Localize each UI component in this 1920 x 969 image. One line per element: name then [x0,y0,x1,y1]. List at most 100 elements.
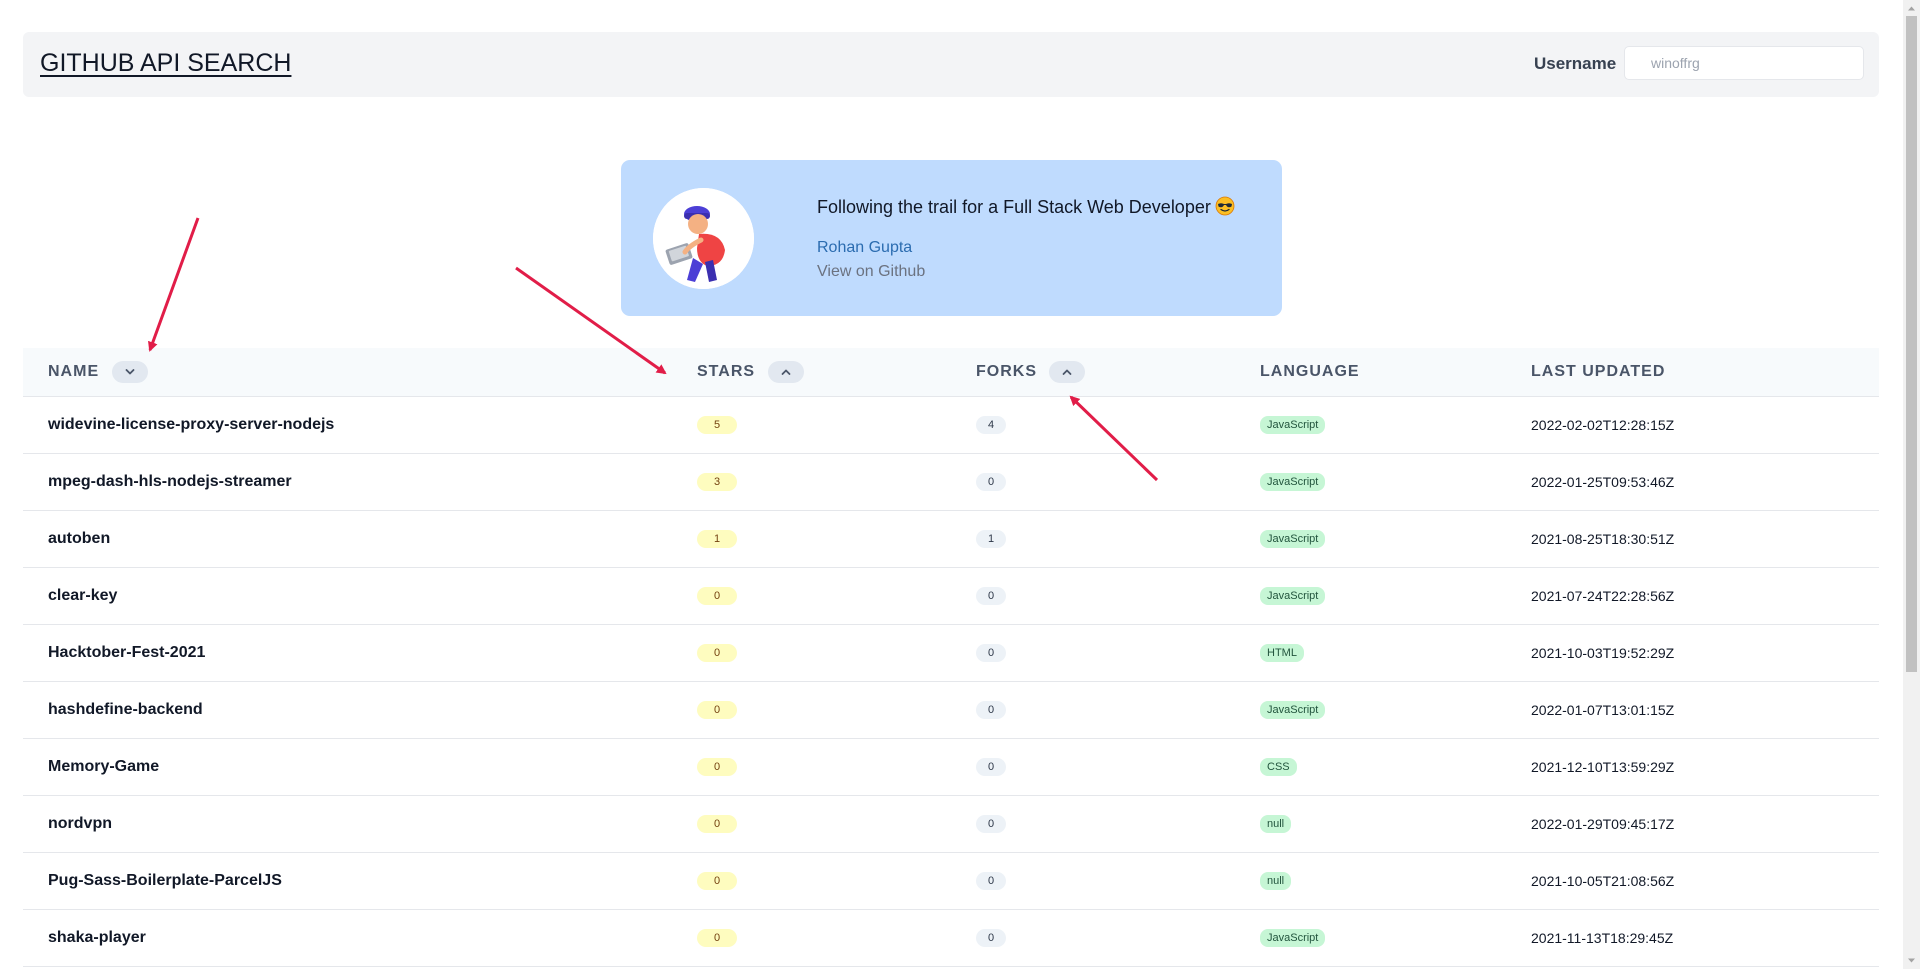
column-header-forks-label: FORKS [976,362,1037,380]
last-updated-cell: 2021-12-10T13:59:29Z [1531,758,1675,775]
forks-cell: 4 [951,396,1235,453]
forks-badge: 0 [976,758,1006,776]
chevron-up-icon [1063,369,1072,375]
language-badge: JavaScript [1260,473,1326,491]
stars-badge: 5 [697,416,737,434]
vertical-scrollbar[interactable] [1903,0,1920,969]
table-row[interactable]: shaka-player 0 0 JavaScript 2021-11-13T18:29… [23,909,1879,966]
stars-badge: 0 [697,929,737,947]
column-header-language: LANGUAGE [1235,348,1506,397]
stars-badge: 0 [697,758,737,776]
table-row[interactable]: Memory-Game 0 0 CSS 2021-12-10T13:59:29Z [23,738,1879,795]
stars-cell: 1 [672,510,951,567]
smiling-face-with-sunglasses-icon [1215,196,1235,221]
forks-badge: 1 [976,530,1006,548]
language-badge: null [1260,872,1292,890]
forks-cell: 0 [951,567,1235,624]
column-header-last-updated-label: LAST UPDATED [1531,362,1666,380]
avatar [653,188,754,289]
stars-badge: 0 [697,701,737,719]
top-bar: GITHUB API SEARCH Username [23,32,1879,97]
repo-name[interactable]: widevine-license-proxy-server-nodejs [23,396,672,453]
last-updated-cell: 2021-10-03T19:52:29Z [1531,644,1675,661]
last-updated-cell: 2022-01-07T13:01:15Z [1531,701,1675,718]
stars-cell: 0 [672,624,951,681]
forks-cell: 0 [951,909,1235,966]
language-badge: CSS [1260,758,1297,776]
forks-cell: 0 [951,738,1235,795]
sort-stars-button[interactable] [767,360,804,383]
column-header-name: NAME [23,348,672,397]
last-updated-cell: 2021-07-24T22:28:56Z [1531,587,1675,604]
language-cell: HTML [1235,624,1506,681]
repos-table: NAME STARS FORKS LANGUAGE LAST UPDATED w… [23,348,1879,967]
last-updated-cell: 2022-01-25T09:53:46Z [1531,473,1675,490]
repo-name[interactable]: hashdefine-backend [23,681,672,738]
chevron-down-icon [125,368,134,375]
forks-badge: 0 [976,644,1006,662]
repo-name[interactable]: Hacktober-Fest-2021 [23,624,672,681]
table-header-row: NAME STARS FORKS LANGUAGE LAST UPDATED [23,348,1879,397]
table-row[interactable]: autoben 1 1 JavaScript 2021-08-25T18:30:51Z [23,510,1879,567]
repo-name[interactable]: autoben [23,510,672,567]
table-row[interactable]: hashdefine-backend 0 0 JavaScript 2022-01-07… [23,681,1879,738]
language-badge: JavaScript [1260,929,1326,947]
language-badge: JavaScript [1260,587,1326,605]
stars-badge: 1 [697,530,737,548]
repo-name[interactable]: nordvpn [23,795,672,852]
sort-forks-button[interactable] [1049,360,1086,383]
sort-name-button[interactable] [111,360,148,383]
language-cell: JavaScript [1235,909,1506,966]
forks-cell: 0 [951,624,1235,681]
annotation-arrow-name [148,217,200,352]
profile-card: Following the trail for a Full Stack Web… [621,160,1282,316]
language-badge: HTML [1260,644,1304,662]
stars-cell: 0 [672,909,951,966]
language-badge: null [1260,815,1292,833]
stars-cell: 0 [672,681,951,738]
forks-badge: 0 [976,473,1006,491]
repo-name[interactable]: clear-key [23,567,672,624]
language-cell: JavaScript [1235,567,1506,624]
table-body: widevine-license-proxy-server-nodejs 5 4 Ja… [23,396,1879,966]
table-row[interactable]: nordvpn 0 0 null 2022-01-29T09:45:17Z [23,795,1879,852]
column-header-forks: FORKS [951,348,1235,397]
last-updated-cell: 2022-02-02T12:28:15Z [1531,416,1675,433]
username-input[interactable] [1624,46,1864,80]
stars-cell: 0 [672,852,951,909]
page: GITHUB API SEARCH Username winoffrg Foll… [0,0,1920,969]
column-header-language-label: LANGUAGE [1260,362,1360,380]
profile-name-link[interactable]: Rohan Gupta [817,239,912,257]
app-title-link[interactable]: GITHUB API SEARCH [40,49,291,78]
view-on-github-link[interactable]: View on Github [817,263,925,281]
repo-name[interactable]: mpeg-dash-hls-nodejs-streamer [23,453,672,510]
table-row[interactable]: widevine-license-proxy-server-nodejs 5 4 Ja… [23,396,1879,453]
table-row[interactable]: Pug-Sass-Boilerplate-ParcelJS 0 0 null 2021-… [23,852,1879,909]
forks-badge: 0 [976,929,1006,947]
language-badge: JavaScript [1260,530,1326,548]
repo-name[interactable]: Memory-Game [23,738,672,795]
table-row[interactable]: Hacktober-Fest-2021 0 0 HTML 2021-10-03T19:5… [23,624,1879,681]
forks-cell: 0 [951,453,1235,510]
last-updated-cell: 2021-10-05T21:08:56Z [1531,872,1675,889]
stars-badge: 3 [697,473,737,491]
scroll-down-icon[interactable] [1907,956,1916,965]
table-row[interactable]: mpeg-dash-hls-nodejs-streamer 3 0 JavaScrip… [23,453,1879,510]
table-row[interactable]: clear-key 0 0 JavaScript 2021-07-24T22:28:56… [23,567,1879,624]
forks-cell: 0 [951,852,1235,909]
forks-badge: 4 [976,416,1006,434]
repo-name[interactable]: shaka-player [23,909,672,966]
repo-name[interactable]: Pug-Sass-Boilerplate-ParcelJS [23,852,672,909]
stars-cell: 3 [672,453,951,510]
profile-bio: Following the trail for a Full Stack Web… [817,196,1235,221]
language-cell: JavaScript [1235,681,1506,738]
stars-badge: 0 [697,872,737,890]
language-badge: JavaScript [1260,701,1326,719]
forks-badge: 0 [976,587,1006,605]
last-updated-cell: 2021-11-13T18:29:45Z [1531,929,1674,946]
scroll-up-icon[interactable] [1907,4,1916,13]
language-badge: JavaScript [1260,416,1326,434]
scrollbar-thumb[interactable] [1906,16,1917,672]
stars-cell: 0 [672,567,951,624]
stars-badge: 0 [697,815,737,833]
